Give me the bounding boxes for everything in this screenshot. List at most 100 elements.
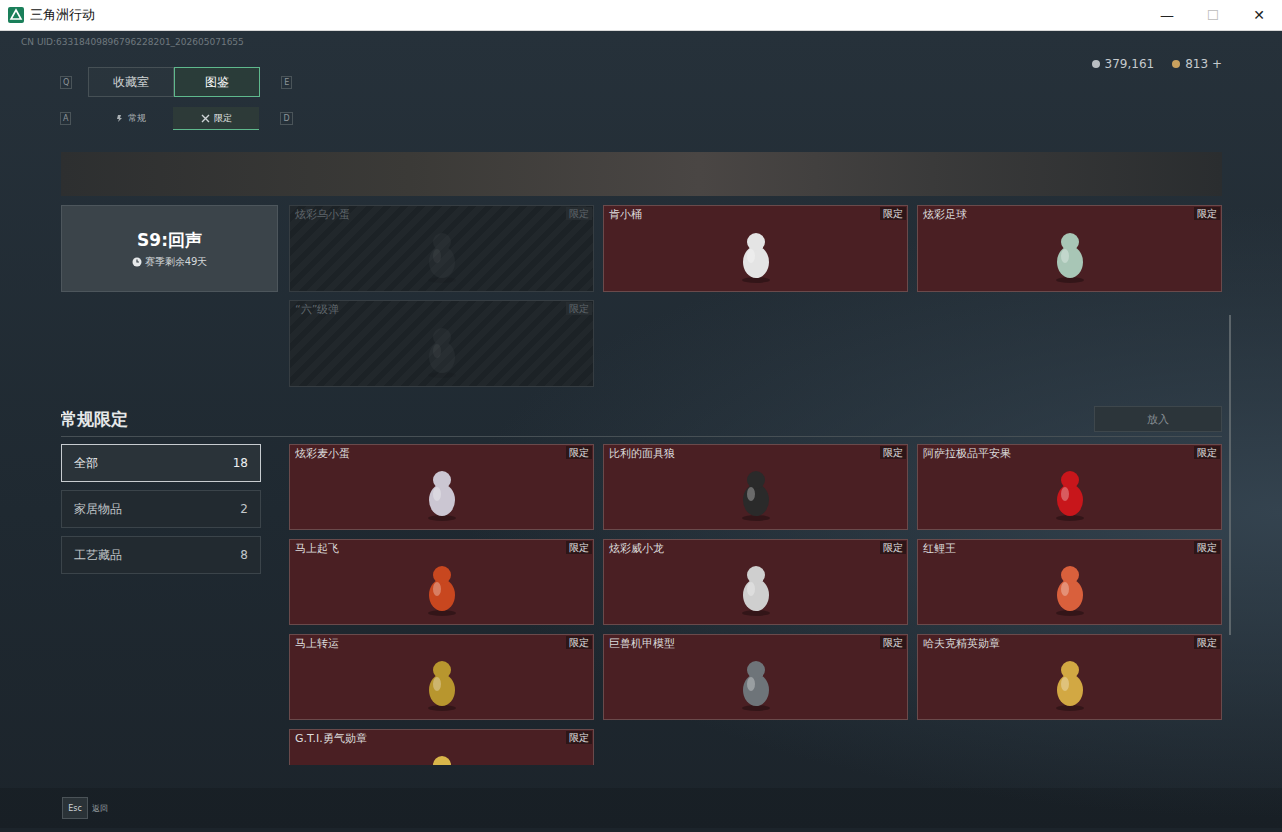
esc-key[interactable]: Esc — [62, 797, 88, 819]
coin-icon — [1092, 60, 1100, 68]
header: Q 收藏室图鉴 E A 常规 限定 D 379,161 813 + — [60, 67, 1222, 130]
card-label: 肯小桶 — [609, 208, 902, 222]
collection-card[interactable]: 炫彩足球 限定 — [917, 205, 1222, 292]
card-label: “六”级弹 — [295, 303, 588, 317]
limited-badge: 限定 — [566, 446, 592, 459]
head-icon — [433, 328, 451, 346]
highlight-icon — [433, 582, 441, 596]
collectible-icon — [1040, 466, 1100, 522]
collection-card[interactable]: 炫彩乌小蛋 限定 — [289, 205, 594, 292]
head-icon — [433, 756, 451, 765]
card-label: G.T.I.勇气勋章 — [295, 732, 588, 746]
coin-icon — [1172, 60, 1180, 68]
regular-icon — [115, 114, 124, 123]
tab[interactable]: 图鉴 — [174, 67, 260, 97]
filter-label: 全部 — [74, 455, 98, 472]
uid-label: CN UID:63318409896796228201_202605071655 — [21, 36, 1282, 48]
card-label: 比利的面具狼 — [609, 447, 902, 461]
collectible-icon — [412, 561, 472, 617]
head-icon — [747, 566, 765, 584]
item-art — [609, 461, 902, 527]
collection-card[interactable]: 哈夫克精英勋章 限定 — [917, 634, 1222, 720]
collection-card[interactable]: 马上转运 限定 — [289, 634, 594, 720]
card-label: 炫彩麦小蛋 — [295, 447, 588, 461]
limited-badge: 限定 — [1194, 207, 1220, 220]
card-label: 马上转运 — [295, 637, 588, 651]
season-title: S9:回声 — [137, 229, 202, 252]
collectible-icon — [726, 656, 786, 712]
collectible-icon — [412, 323, 472, 379]
highlight-icon — [433, 487, 441, 501]
scroll-content[interactable]: S9:回声 赛季剩余49天 炫彩乌小蛋 限定 肯小桶 限定 炫彩足球 限定 “六… — [61, 152, 1222, 765]
limited-badge: 限定 — [880, 207, 906, 220]
scrollbar-thumb[interactable] — [1229, 315, 1231, 635]
highlight-icon — [747, 249, 755, 263]
window-control[interactable]: — — [1144, 7, 1190, 23]
head-icon — [433, 233, 451, 251]
collection-card[interactable]: “六”级弹 限定 — [289, 300, 594, 387]
collection-card[interactable]: 巨兽机甲模型 限定 — [603, 634, 908, 720]
card-label: 炫彩威小龙 — [609, 542, 902, 556]
key-hint: D — [280, 112, 292, 125]
clock-icon — [132, 257, 142, 267]
collection-card[interactable]: 阿萨拉极品平安果 限定 — [917, 444, 1222, 530]
collection-card[interactable]: 红鲤王 限定 — [917, 539, 1222, 625]
window-control[interactable]: ✕ — [1236, 7, 1282, 23]
head-icon — [1061, 661, 1079, 679]
card-label: 红鲤王 — [923, 542, 1216, 556]
limited-badge: 限定 — [1194, 541, 1220, 554]
filter-count: 8 — [240, 548, 248, 562]
filter-item[interactable]: 家居物品 2 — [61, 490, 261, 528]
card-label: 阿萨拉极品平安果 — [923, 447, 1216, 461]
highlight-icon — [747, 582, 755, 596]
highlight-icon — [433, 249, 441, 263]
filter-count: 18 — [233, 456, 248, 470]
window-control[interactable]: ☐ — [1190, 7, 1236, 23]
currency: 379,161 — [1092, 56, 1155, 72]
head-icon — [747, 233, 765, 251]
limited-badge: 限定 — [566, 636, 592, 649]
tab[interactable]: 收藏室 — [88, 67, 174, 97]
season-section: S9:回声 赛季剩余49天 炫彩乌小蛋 限定 肯小桶 限定 炫彩足球 限定 “六… — [61, 205, 1222, 387]
item-art — [295, 651, 588, 717]
footer: Esc 返回 — [0, 788, 1282, 828]
collection-card[interactable]: 肯小桶 限定 — [603, 205, 908, 292]
subtab[interactable]: 限定 — [173, 107, 259, 130]
collection-card[interactable]: 炫彩威小龙 限定 — [603, 539, 908, 625]
season-remaining: 赛季剩余49天 — [132, 255, 208, 269]
filter-item[interactable]: 工艺藏品 8 — [61, 536, 261, 574]
title-bar: 三角洲行动 —☐✕ — [0, 0, 1282, 31]
item-art — [295, 556, 588, 622]
subtabs: A 常规 限定 D — [60, 107, 293, 130]
highlight-icon — [747, 677, 755, 691]
item-art — [923, 461, 1216, 527]
item-art — [295, 222, 588, 289]
subtab[interactable]: 常规 — [87, 107, 173, 130]
delta-logo-icon — [8, 7, 24, 23]
card-label: 炫彩乌小蛋 — [295, 208, 588, 222]
highlight-icon — [1061, 249, 1069, 263]
card-label: 巨兽机甲模型 — [609, 637, 902, 651]
put-in-button[interactable]: 放入 — [1094, 406, 1222, 432]
season-grid: 炫彩乌小蛋 限定 肯小桶 限定 炫彩足球 限定 “六”级弹 限定 — [289, 205, 1222, 387]
limited-badge: 限定 — [566, 541, 592, 554]
app-window: 三角洲行动 —☐✕ CN UID:63318409896796228201_20… — [0, 0, 1282, 832]
card-label: 马上起飞 — [295, 542, 588, 556]
section-header: 常规限定 放入 — [61, 406, 1222, 437]
collection-card[interactable]: G.T.I.勇气勋章 限定 — [289, 729, 594, 765]
currency-bar: 379,161 813 + — [1092, 56, 1222, 72]
back-label[interactable]: 返回 — [92, 803, 108, 814]
filter-item[interactable]: 全部 18 — [61, 444, 261, 482]
collection-card[interactable]: 比利的面具狼 限定 — [603, 444, 908, 530]
highlight-icon — [433, 677, 441, 691]
collection-card[interactable]: 炫彩麦小蛋 限定 — [289, 444, 594, 530]
currency: 813 + — [1172, 56, 1222, 72]
head-icon — [1061, 471, 1079, 489]
tabs: Q 收藏室图鉴 E — [60, 67, 293, 97]
filter-label: 工艺藏品 — [74, 547, 122, 564]
collectible-icon — [412, 466, 472, 522]
head-icon — [747, 471, 765, 489]
scrollbar[interactable] — [1229, 152, 1232, 765]
collection-card[interactable]: 马上起飞 限定 — [289, 539, 594, 625]
key-hint: E — [281, 76, 292, 89]
